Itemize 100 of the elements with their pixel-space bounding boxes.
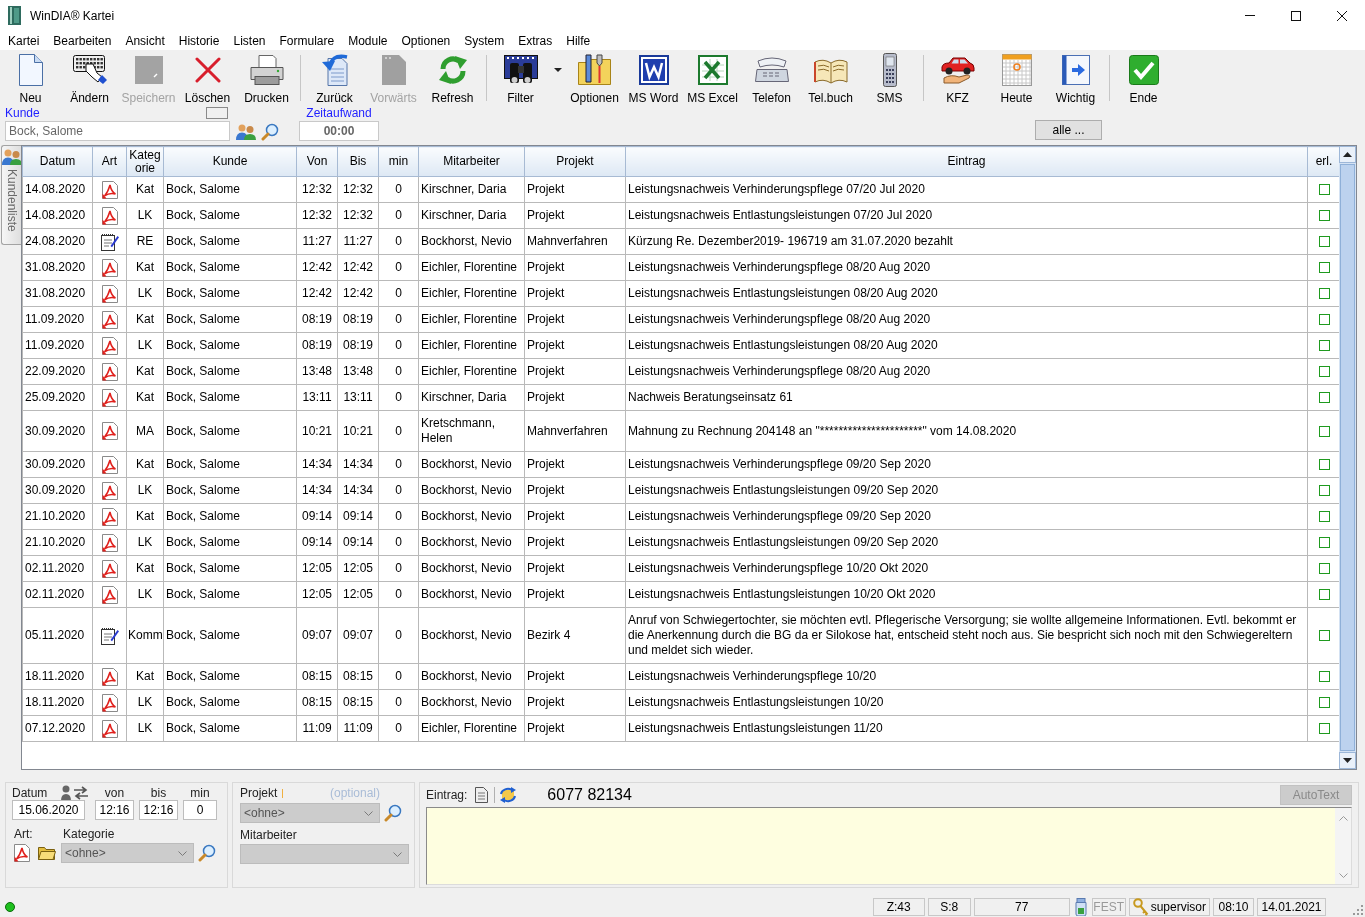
show-all-button[interactable]: alle ...	[1035, 120, 1102, 140]
column-header[interactable]: erl.	[1307, 146, 1339, 177]
column-header[interactable]: Eintrag	[625, 146, 1308, 177]
menu-item[interactable]: Bearbeiten	[46, 32, 119, 49]
table-cell: Bockhorst, Nevio	[418, 663, 525, 690]
checkbox[interactable]	[1318, 425, 1330, 437]
column-header[interactable]: Mitarbeiter	[418, 146, 525, 177]
search-icon[interactable]	[198, 844, 216, 862]
column-header[interactable]: Art	[92, 146, 127, 177]
checkbox[interactable]	[1318, 392, 1330, 404]
menu-item[interactable]: Module	[341, 32, 395, 49]
toolbar-button[interactable]: Ende	[1114, 50, 1173, 105]
scroll-down-icon	[1343, 758, 1352, 763]
side-tab[interactable]: Kundenliste	[1, 145, 21, 245]
checkbox[interactable]	[1318, 288, 1330, 300]
table-cell: 07.12.2020	[22, 715, 93, 742]
toolbar-button[interactable]: Löschen	[178, 50, 237, 105]
column-header[interactable]: min	[378, 146, 419, 177]
toolbar-button[interactable]: Zurück	[305, 50, 364, 105]
column-header[interactable]: Projekt	[524, 146, 626, 177]
chevron-down-icon	[178, 850, 187, 856]
checkbox[interactable]	[1318, 184, 1330, 196]
table-cell: Kretschmann, Helen	[418, 410, 525, 452]
time-field[interactable]: 12:16	[139, 800, 178, 820]
menu-item[interactable]: Extras	[511, 32, 560, 49]
table-cell: Kirschner, Daria	[418, 176, 525, 203]
checkbox[interactable]	[1318, 537, 1330, 549]
toolbar-button[interactable]: KFZ	[928, 50, 987, 105]
column-header[interactable]: Datum	[22, 146, 93, 177]
column-header[interactable]: Von	[296, 146, 338, 177]
save-icon	[134, 56, 163, 84]
checkbox[interactable]	[1318, 630, 1330, 642]
column-header[interactable]: Kategorie	[126, 146, 164, 177]
toolbar-button[interactable]: Heute	[987, 50, 1046, 105]
document-lines-icon[interactable]	[475, 787, 489, 803]
checkbox[interactable]	[1318, 723, 1330, 735]
pdf-icon[interactable]	[14, 844, 30, 862]
menu-item[interactable]: Kartei	[1, 32, 47, 49]
checkbox[interactable]	[1318, 511, 1330, 523]
table-cell: Projekt	[524, 254, 626, 281]
menu-item[interactable]: Optionen	[394, 32, 458, 49]
menu-item[interactable]: Listen	[226, 32, 273, 49]
toolbar-button[interactable]: Optionen	[565, 50, 624, 105]
column-header[interactable]: Kunde	[163, 146, 297, 177]
menu-item[interactable]: Historie	[171, 32, 227, 49]
checkbox[interactable]	[1318, 459, 1330, 471]
status-field: FEST	[1091, 898, 1126, 916]
date-field[interactable]: 15.06.2020	[12, 800, 85, 820]
checkbox[interactable]	[1318, 671, 1330, 683]
minutes-field[interactable]: 0	[183, 800, 217, 820]
toolbar-button[interactable]: MS Word	[624, 50, 683, 105]
checkbox[interactable]	[1318, 314, 1330, 326]
folder-icon[interactable]	[38, 846, 56, 860]
toolbar-button[interactable]: Ändern	[60, 50, 119, 105]
search-icon[interactable]	[384, 804, 402, 822]
table-cell: Projekt	[524, 503, 626, 530]
people-icon[interactable]	[236, 124, 256, 140]
person-arrows-icon[interactable]	[61, 785, 90, 801]
table-cell: Projekt	[524, 332, 626, 359]
scroll-up-button[interactable]	[1339, 146, 1356, 163]
menu-item[interactable]: System	[457, 32, 512, 49]
menu-item[interactable]: Formulare	[272, 32, 342, 49]
toolbar-button[interactable]: Wichtig	[1046, 50, 1105, 105]
customer-field[interactable]: Bock, Salome	[5, 121, 230, 141]
table-cell: 08:15	[296, 689, 338, 716]
column-header[interactable]: Bis	[337, 146, 379, 177]
toolbar-button[interactable]: Filter	[491, 50, 550, 105]
table-cell: Kat	[126, 254, 164, 281]
toolbar-button[interactable]: SMS	[860, 50, 919, 105]
checkbox[interactable]	[1318, 340, 1330, 352]
toolbar-button[interactable]: Telefon	[742, 50, 801, 105]
toolbar-button[interactable]: Drucken	[237, 50, 296, 105]
table-cell: LK	[126, 332, 164, 359]
resize-grip-icon[interactable]	[1351, 903, 1363, 915]
checkbox[interactable]	[1318, 210, 1330, 222]
menu-item[interactable]: Ansicht	[118, 32, 172, 49]
toolbar-button[interactable]: MS Excel	[683, 50, 742, 105]
scroll-thumb[interactable]	[1340, 164, 1355, 751]
checkbox[interactable]	[1318, 589, 1330, 601]
toolbar-button[interactable]: Neu	[1, 50, 60, 105]
toggle-button[interactable]	[206, 107, 228, 119]
scroll-down-button[interactable]	[1339, 752, 1356, 769]
menu-item[interactable]: Hilfe	[559, 32, 598, 49]
checkbox[interactable]	[1318, 563, 1330, 575]
time-field[interactable]: 12:16	[95, 800, 134, 820]
entry-text-field[interactable]	[426, 807, 1352, 885]
checkbox[interactable]	[1318, 236, 1330, 248]
table-cell: 0	[378, 663, 419, 690]
checkbox[interactable]	[1318, 485, 1330, 497]
time-field[interactable]: 00:00	[299, 121, 379, 141]
sync-icon[interactable]	[499, 787, 518, 803]
checkbox[interactable]	[1318, 697, 1330, 709]
table-cell: 10:21	[337, 410, 379, 452]
toolbar-button[interactable]: Tel.buch	[801, 50, 860, 105]
checkbox[interactable]	[1318, 366, 1330, 378]
table-cell: 11:09	[337, 715, 379, 742]
vertical-scrollbar[interactable]	[1339, 146, 1356, 769]
search-icon[interactable]	[261, 123, 279, 141]
checkbox[interactable]	[1318, 262, 1330, 274]
toolbar-button[interactable]: Refresh	[423, 50, 482, 105]
